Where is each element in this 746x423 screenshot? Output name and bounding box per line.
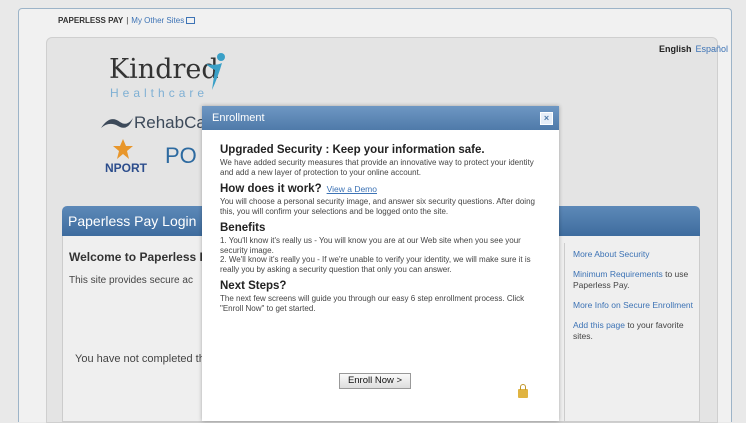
modal-body: Upgraded Security : Keep your informatio… (202, 130, 559, 313)
add-this-page-link[interactable]: Add this page (573, 320, 625, 330)
benefit-2: 2. We'll know it's really you - If we're… (220, 255, 531, 274)
lock-icon (518, 384, 528, 398)
how-heading-text: How does it work? (220, 183, 322, 195)
modal-title: Enrollment (212, 112, 265, 124)
next-steps-paragraph: The next few screens will guide you thro… (220, 294, 525, 313)
nport-star-icon (113, 139, 133, 159)
benefits-heading: Benefits (220, 222, 266, 234)
po-logo: PO (165, 143, 197, 168)
modal-header: Enrollment × (202, 106, 559, 130)
not-completed-text: You have not completed th (75, 353, 205, 365)
separator: | (126, 16, 129, 25)
my-other-sites-link[interactable]: My Other Sites (131, 16, 184, 25)
enrollment-modal: Enrollment × Upgraded Security : Keep yo… (202, 106, 559, 421)
login-title: Paperless Pay Login (68, 213, 197, 229)
nport-logo: NPORT (105, 161, 147, 175)
healthcare-logo-text: Healthcare (110, 86, 209, 100)
language-switch: English Español (659, 44, 728, 54)
secure-enrollment-link[interactable]: More Info on Secure Enrollment (573, 300, 693, 310)
brand-label: PAPERLESS PAY (58, 16, 124, 25)
minimum-requirements-link[interactable]: Minimum Requirements (573, 269, 663, 279)
enroll-now-button[interactable]: Enroll Now > (339, 373, 411, 389)
more-about-security-link[interactable]: More About Security (573, 249, 650, 259)
security-paragraph: We have added security measures that pro… (220, 158, 534, 177)
how-paragraph: You will choose a personal security imag… (220, 197, 535, 216)
sidebar-divider (564, 243, 565, 421)
security-heading: Upgraded Security : Keep your informatio… (220, 144, 485, 156)
view-demo-link[interactable]: View a Demo (327, 184, 377, 194)
top-bar: PAPERLESS PAY | My Other Sites (58, 16, 196, 25)
next-steps-heading: Next Steps? (220, 280, 287, 292)
rehab-logo: RehabCa (134, 113, 206, 132)
rehab-swoosh-icon (101, 118, 133, 128)
how-heading: How does it work? View a Demo (220, 183, 541, 195)
site-description: This site provides secure ac (69, 275, 193, 286)
mail-icon[interactable] (186, 17, 196, 25)
kindred-logo: Kindred (109, 54, 219, 85)
spanish-link[interactable]: Español (695, 44, 728, 54)
english-link[interactable]: English (659, 44, 692, 54)
benefit-1: 1. You'll know it's really us - You will… (220, 236, 521, 255)
close-icon[interactable]: × (540, 112, 553, 125)
sidebar-links: More About Security Minimum Requirements… (573, 249, 701, 351)
welcome-heading: Welcome to Paperless F (69, 250, 207, 264)
